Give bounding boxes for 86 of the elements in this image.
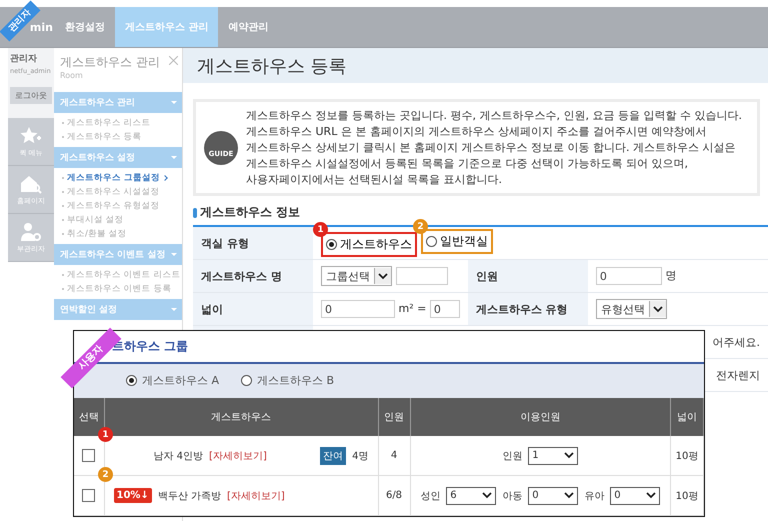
guide-text: 사용자페이지에서는 선택된시설 목록을 표시합니다.	[246, 172, 503, 187]
column-header: 선택	[74, 398, 104, 436]
table-cell: 10평	[670, 476, 704, 516]
chevron-down-icon	[564, 452, 574, 459]
equals-sign: =	[417, 302, 426, 316]
column-header: 이용인원	[410, 398, 670, 436]
guest-select[interactable]: 0	[610, 486, 660, 504]
nav-tab[interactable]: 환경설정	[55, 7, 115, 47]
field-label: 넓이	[193, 292, 313, 326]
field-label: 게스트하우스 명	[193, 260, 313, 292]
chevron-down-icon	[482, 492, 492, 499]
number-badge: 1	[98, 427, 113, 442]
sidebar-item[interactable]: 부대시설 설정	[62, 214, 178, 226]
caret-icon	[171, 156, 177, 159]
unit-label: m²	[398, 302, 414, 316]
table-cell: 6/8	[378, 476, 410, 516]
room-name: 남자 4인방	[154, 450, 204, 462]
chevron-down-icon	[652, 306, 663, 312]
logout-button[interactable]: 로그아웃	[10, 87, 52, 104]
page-title: 게스트하우스 등록	[197, 54, 347, 78]
nav-tab[interactable]: 예약관리	[218, 7, 278, 47]
chevron-down-icon	[564, 492, 574, 499]
guide-text: 게스트하우스 URL 은 본 홈페이지의 게스트하우스 상세페이지 주소를 걸어주시면 예약창에서	[246, 124, 708, 139]
house-radio[interactable]: 게스트하우스 B	[235, 372, 340, 390]
input-field[interactable]: 0	[430, 300, 460, 318]
guest-select[interactable]: 6	[446, 486, 496, 504]
chevron-down-icon	[646, 492, 656, 499]
discount-badge: 10%↓	[114, 488, 152, 503]
input-field[interactable]: 0	[596, 267, 662, 285]
house-radio[interactable]: 게스트하우스 A	[120, 372, 226, 390]
guest-label: 아동	[502, 490, 522, 502]
guest-label: 성인	[420, 490, 440, 502]
field-text: 어주세요.	[712, 336, 760, 348]
field-label: 객실 유형	[193, 226, 313, 260]
detail-link[interactable]: [자세히보기]	[227, 488, 285, 502]
guest-select[interactable]: 0	[528, 486, 578, 504]
sidebar-item[interactable]: 게스트하우스 리스트	[62, 117, 178, 129]
guest-label: 인원	[502, 450, 522, 462]
detail-link[interactable]: [자세히보기]	[209, 448, 267, 462]
unit-label: 명	[665, 269, 676, 282]
sidebar-title: 게스트하우스 관리	[60, 54, 160, 71]
number-badge: 2	[413, 219, 428, 234]
number-badge: 2	[98, 467, 113, 482]
field-label: 게스트하우스 유형	[468, 292, 588, 326]
role-label: 관리자	[10, 53, 38, 65]
guest-label: 유아	[584, 490, 604, 502]
sidebar-item[interactable]: 게스트하우스 이벤트 등록	[62, 283, 178, 295]
sidebar-item[interactable]: 게스트하우스 시설설정	[62, 186, 178, 198]
caret-icon	[171, 308, 177, 311]
sidebar-item[interactable]: 게스트하우스 등록	[62, 131, 178, 143]
table-cell: 10평	[670, 436, 704, 476]
sidebar-item[interactable]: 게스트하우스 이벤트 리스트	[62, 269, 178, 281]
number-badge: 1	[313, 222, 328, 237]
input-field[interactable]: 0	[321, 300, 395, 318]
sidebar-subtitle: Room	[60, 71, 84, 80]
section-marker-icon	[193, 208, 197, 218]
sidebar-item[interactable]: 게스트하우스 그룹설정	[62, 172, 178, 184]
caret-icon	[171, 101, 177, 104]
group-select[interactable]: 그룹선택	[321, 266, 392, 286]
table-cell: 4	[378, 436, 410, 476]
guide-text: 게스트하우스 시설설정에서 등록된 목록을 기준으로 다중 선택이 가능하도록 되어 있으며,	[246, 156, 689, 171]
person-gear-icon	[20, 222, 42, 242]
column-header: 넓이	[670, 398, 704, 436]
column-header: 인원	[378, 398, 410, 436]
field-label: 인원	[468, 260, 588, 292]
guide-text: 게스트하우스 정보를 등록하는 곳입니다. 평수, 게스트하우스수, 인원, 요금 등을 입력할 수 있습니다.	[246, 108, 742, 123]
guide-text: 게스트하우스 상세보기 클릭시 본 홈페이지 게스트하우스 정보로 이동 합니다. 게스트하우스 시설은	[246, 140, 736, 155]
row-checkbox[interactable]	[82, 489, 96, 502]
section-title: 게스트하우스 정보	[200, 204, 300, 221]
input-field[interactable]	[396, 267, 448, 285]
field-text: 전자렌지	[716, 368, 760, 382]
chevron-down-icon	[378, 272, 388, 280]
sidebar-item[interactable]: 취소/환불 설정	[62, 228, 178, 240]
sidebar-item[interactable]: 게스트하우스 유형설정	[62, 200, 178, 212]
nav-tab[interactable]: 게스트하우스 관리	[115, 7, 218, 47]
type-select[interactable]: 유형선택	[596, 299, 667, 319]
guest-select[interactable]: 1	[528, 446, 578, 464]
room-type-radio[interactable]: 게스트하우스	[321, 232, 417, 257]
house-search-icon	[20, 174, 42, 194]
room-name: 백두산 가족방	[158, 490, 222, 502]
remain-badge: 잔여	[320, 446, 346, 464]
remain-count: 4명	[352, 450, 368, 462]
caret-icon	[171, 253, 177, 256]
room-type-radio[interactable]: 일반객실	[421, 229, 493, 254]
row-checkbox[interactable]	[82, 449, 96, 462]
star-plus-icon	[20, 126, 42, 146]
